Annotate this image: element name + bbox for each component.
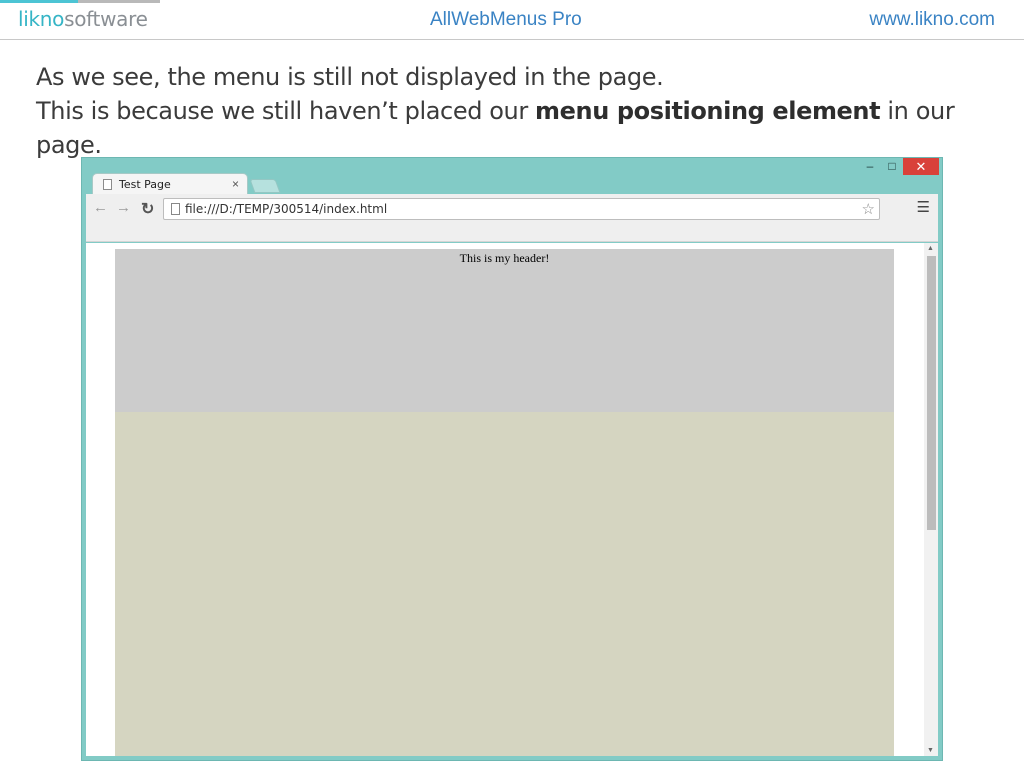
logo-bar-accent — [0, 0, 78, 3]
window-controls: – □ ✕ — [859, 158, 939, 176]
logo-bar — [0, 0, 160, 3]
star-icon[interactable]: ☆ — [862, 200, 875, 218]
website-link[interactable]: www.likno.com — [869, 9, 995, 31]
page-icon — [171, 203, 180, 215]
tab-title: Test Page — [119, 178, 171, 191]
likno-logo: liknosoftware — [18, 7, 148, 31]
new-tab-button[interactable] — [249, 179, 281, 193]
arrow-right-icon[interactable]: → — [116, 199, 131, 216]
page-icon — [103, 179, 112, 190]
page-viewport: This is my header! ▲ ▼ — [86, 243, 938, 756]
url-text: file:///D:/TEMP/300514/index.html — [185, 202, 388, 216]
text-line-2: This is because we still haven’t placed … — [36, 94, 996, 162]
reload-icon[interactable]: ↻ — [141, 199, 154, 219]
minimize-button[interactable]: – — [859, 158, 881, 175]
page-content-block — [115, 412, 894, 756]
logo-part1: likno — [18, 7, 65, 31]
scroll-up-icon[interactable]: ▲ — [927, 245, 934, 252]
browser-toolbar: ← → ↻ file:///D:/TEMP/300514/index.html … — [86, 194, 938, 242]
text-line-1: As we see, the menu is still not display… — [36, 63, 664, 91]
address-bar[interactable]: file:///D:/TEMP/300514/index.html ☆ — [163, 198, 880, 220]
scroll-down-icon[interactable]: ▼ — [927, 747, 934, 754]
text-line-2-start: This is because we still haven’t placed … — [36, 97, 536, 125]
scroll-thumb[interactable] — [927, 256, 936, 530]
maximize-button[interactable]: □ — [881, 158, 903, 175]
slide-body-text: As we see, the menu is still not display… — [36, 60, 996, 162]
arrow-left-icon[interactable]: ← — [93, 199, 108, 216]
logo-part2: software — [64, 7, 148, 31]
close-tab-icon[interactable]: × — [232, 177, 239, 191]
tab-test-page[interactable]: Test Page × — [92, 173, 248, 195]
hamburger-menu-icon[interactable]: ☰ — [917, 198, 930, 216]
vertical-scrollbar[interactable]: ▲ ▼ — [924, 243, 938, 756]
slide-header: liknosoftware AllWebMenus Pro www.likno.… — [0, 0, 1024, 40]
page-header-block: This is my header! — [115, 249, 894, 412]
browser-window: – □ ✕ Test Page × ← → ↻ file:///D:/TEMP/… — [81, 157, 943, 761]
page-header-text: This is my header! — [459, 251, 550, 265]
product-title: AllWebMenus Pro — [430, 9, 582, 30]
close-window-button[interactable]: ✕ — [903, 158, 939, 175]
text-line-2-bold: menu positioning element — [535, 97, 881, 125]
